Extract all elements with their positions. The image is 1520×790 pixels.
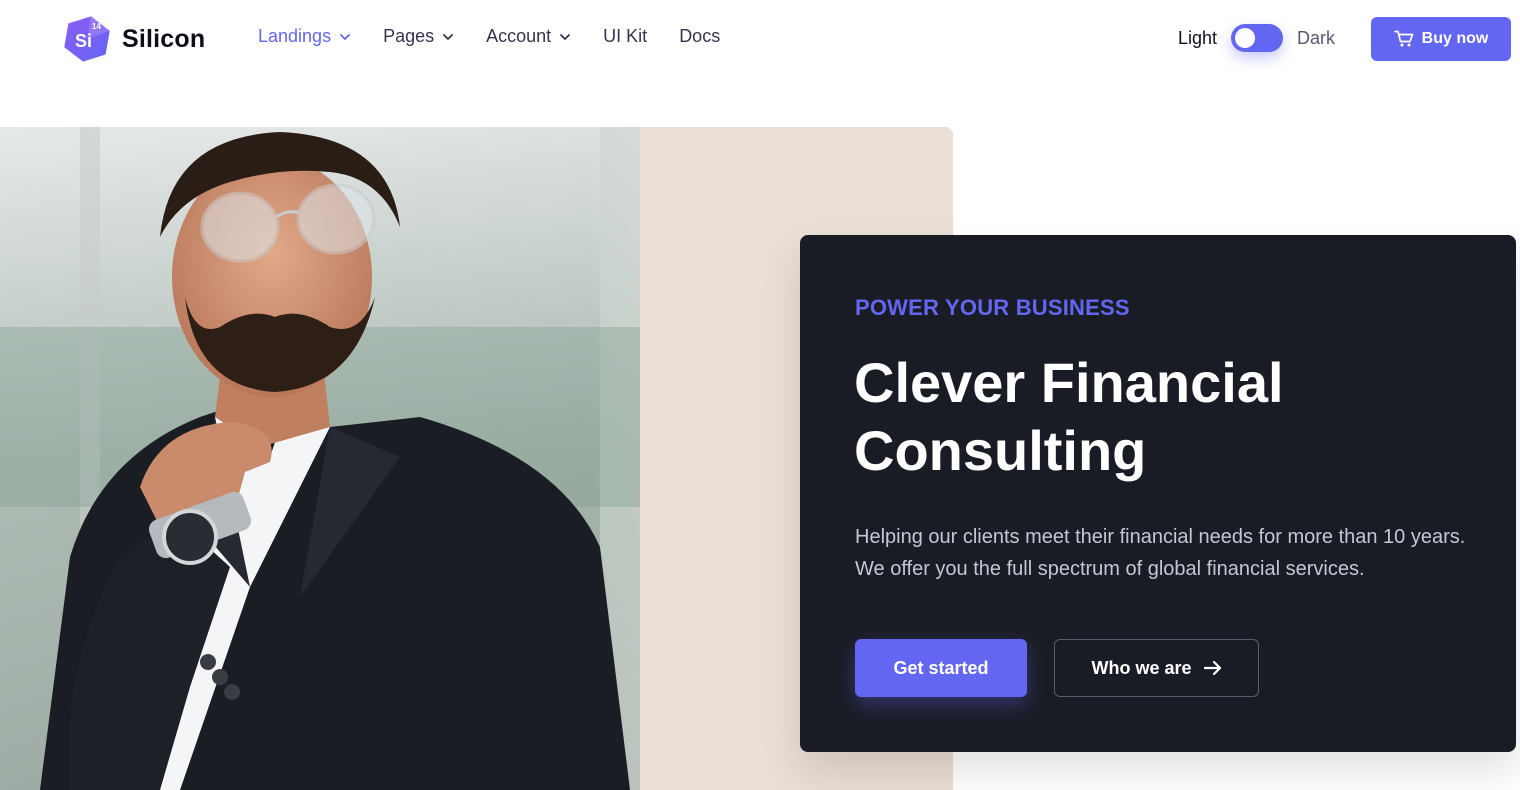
logo-icon: Si 14 <box>62 14 112 64</box>
svg-text:14: 14 <box>92 22 101 31</box>
theme-dark-label: Dark <box>1297 27 1336 48</box>
hero-eyebrow: POWER YOUR BUSINESS <box>855 295 1130 320</box>
chevron-down-icon <box>560 33 571 40</box>
svg-text:Si: Si <box>75 31 92 51</box>
cart-icon <box>1393 30 1414 47</box>
theme-switcher: Light Dark <box>1178 24 1335 52</box>
chevron-down-icon <box>443 33 454 40</box>
who-we-are-button[interactable]: Who we are <box>1054 639 1259 697</box>
nav-item-account[interactable]: Account <box>486 26 571 47</box>
nav-item-ui-kit[interactable]: UI Kit <box>603 26 647 47</box>
brand-logo[interactable]: Si 14 Silicon <box>62 14 205 64</box>
toggle-knob <box>1235 28 1256 48</box>
nav-item-landings[interactable]: Landings <box>258 26 351 47</box>
nav-item-label: Account <box>486 26 552 46</box>
nav-item-label: UI Kit <box>603 26 648 46</box>
hero-title-line-2: Consulting <box>854 419 1147 482</box>
buy-now-label: Buy now <box>1421 30 1489 47</box>
nav-item-docs[interactable]: Docs <box>679 26 720 47</box>
theme-toggle[interactable] <box>1231 24 1284 52</box>
nav-item-label: Landings <box>258 26 332 46</box>
main-nav: Landings Pages Account UI Kit Docs <box>258 26 720 47</box>
hero-card: POWER YOUR BUSINESS Clever Financial Con… <box>800 235 1516 752</box>
buy-now-button[interactable]: Buy now <box>1371 17 1511 61</box>
hero-title-line-1: Clever Financial <box>854 351 1284 414</box>
site-header: Si 14 Silicon Landings Pages Account UI … <box>0 0 1520 78</box>
brand-name: Silicon <box>122 24 206 53</box>
get-started-button[interactable]: Get started <box>855 639 1027 697</box>
nav-item-pages[interactable]: Pages <box>383 26 454 47</box>
hero-title: Clever Financial Consulting <box>854 349 1454 485</box>
nav-item-label: Docs <box>679 26 721 46</box>
nav-item-label: Pages <box>383 26 435 46</box>
get-started-label: Get started <box>893 657 989 678</box>
arrow-right-icon <box>1203 660 1221 676</box>
who-we-are-label: Who we are <box>1091 657 1192 678</box>
hero-description: Helping our clients meet their financial… <box>855 526 1466 580</box>
theme-light-label: Light <box>1178 27 1218 48</box>
chevron-down-icon <box>340 33 350 40</box>
